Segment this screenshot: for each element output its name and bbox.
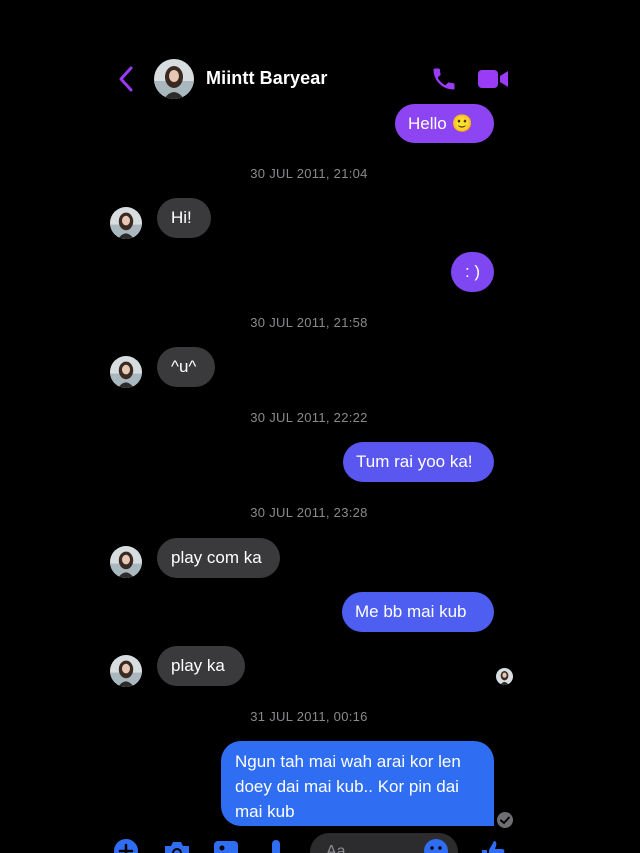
timestamp: 30 JUL 2011, 22:22 [250,410,368,425]
add-button[interactable] [113,838,139,853]
sender-avatar[interactable] [110,655,142,687]
message-outgoing[interactable]: : ) [451,252,494,292]
microphone-icon [272,840,280,853]
camera-button[interactable] [162,838,192,853]
timestamp: 30 JUL 2011, 23:28 [250,505,368,520]
contact-avatar[interactable] [154,59,194,99]
seen-indicator-avatar [496,668,513,685]
message-outgoing[interactable]: Ngun tah mai wah arai kor len doey dai m… [221,741,494,826]
photo-icon [214,841,238,853]
sender-avatar[interactable] [110,207,142,239]
message-incoming[interactable]: play com ka [157,538,280,578]
message-outgoing[interactable]: Tum rai yoo ka! [343,442,494,482]
emoji-button[interactable] [423,838,449,853]
phone-icon [433,68,455,90]
like-button[interactable] [479,838,505,853]
video-call-button[interactable] [477,67,509,91]
thumbs-up-icon [482,841,505,853]
gallery-button[interactable] [213,838,239,853]
video-camera-icon [478,70,508,88]
timestamp: 30 JUL 2011, 21:58 [250,315,368,330]
message-incoming[interactable]: Hi! [157,198,211,238]
sender-avatar[interactable] [110,546,142,578]
voice-message-button[interactable] [266,838,286,853]
message-composer-bar: Aa [0,826,640,853]
message-outgoing[interactable]: Me bb mai kub [342,592,494,632]
timestamp: 31 JUL 2011, 00:16 [250,709,368,724]
contact-name[interactable]: Miintt Baryear [206,68,327,89]
voice-call-button[interactable] [430,65,458,93]
camera-icon [165,842,189,853]
back-button[interactable] [116,65,138,93]
plus-circle-icon [114,839,138,853]
message-outgoing[interactable]: Hello 🙂 [395,104,494,143]
timestamp: 30 JUL 2011, 21:04 [250,166,368,181]
message-incoming[interactable]: ^u^ [157,347,215,387]
emoji-icon [424,839,448,853]
chevron-left-icon [119,66,133,92]
chat-header: Miintt Baryear [0,55,640,103]
sender-avatar[interactable] [110,356,142,388]
chat-screen: Miintt Baryear Hello 🙂 30 JUL 2011, 21:0… [0,0,640,853]
message-incoming[interactable]: play ka [157,646,245,686]
